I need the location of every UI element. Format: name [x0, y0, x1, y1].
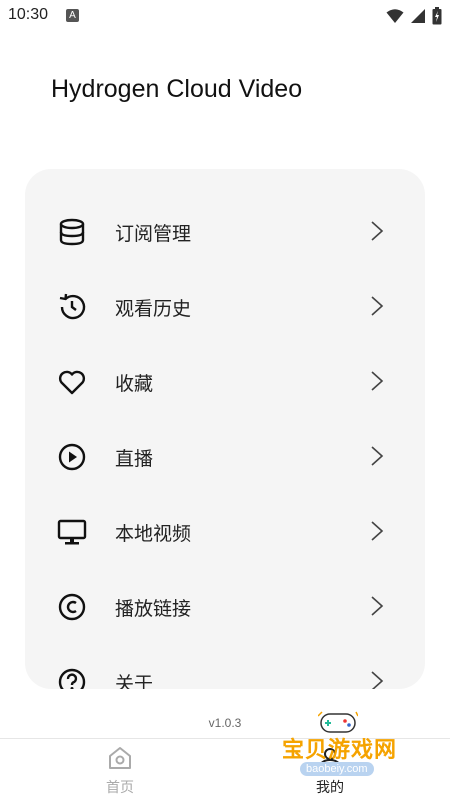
heart-icon: [57, 367, 87, 397]
home-icon: [107, 747, 133, 775]
chevron-right-icon: [369, 520, 385, 542]
status-time: 10:30: [8, 6, 49, 23]
status-icons: [386, 7, 442, 29]
chevron-right-icon: [369, 670, 385, 689]
app-title: Hydrogen Cloud Video: [51, 75, 303, 103]
history-icon: [57, 292, 87, 322]
play-circle-icon: [57, 442, 87, 472]
menu-item-label: 订阅管理: [115, 223, 192, 245]
menu-item-label: 播放链接: [115, 598, 192, 620]
nav-tab-home-label: 首页: [106, 780, 134, 796]
battery-icon: [432, 7, 442, 29]
notification-badge: A: [66, 9, 79, 22]
menu-item-subscription[interactable]: 订阅管理: [25, 193, 425, 268]
signal-icon: [410, 8, 426, 28]
menu-item-watch-history[interactable]: 观看历史: [25, 268, 425, 343]
help-icon: [57, 667, 87, 689]
chevron-right-icon: [369, 595, 385, 617]
wifi-icon: [386, 8, 404, 28]
menu-item-label: 本地视频: [115, 523, 192, 545]
database-icon: [57, 217, 87, 247]
chevron-right-icon: [369, 445, 385, 467]
menu-item-play-link[interactable]: 播放链接: [25, 568, 425, 643]
menu-item-label: 关于: [115, 673, 154, 689]
menu-item-label: 收藏: [115, 373, 154, 395]
monitor-icon: [57, 517, 87, 547]
menu-card: 订阅管理 观看历史 收藏 直播 本地视频 播放链接 关于: [25, 169, 425, 689]
status-bar: 10:30 A: [0, 0, 450, 34]
watermark-text: 宝贝游戏网: [282, 738, 398, 763]
menu-item-label: 观看历史: [115, 298, 192, 320]
menu-item-live[interactable]: 直播: [25, 418, 425, 493]
menu-item-about[interactable]: 关于: [25, 643, 425, 689]
menu-item-favorites[interactable]: 收藏: [25, 343, 425, 418]
menu-item-label: 直播: [115, 448, 154, 470]
watermark: 宝贝游戏网 baobeiy.com: [272, 710, 422, 790]
chevron-right-icon: [369, 220, 385, 242]
menu-item-local-video[interactable]: 本地视频: [25, 493, 425, 568]
nav-tab-home[interactable]: 首页: [90, 745, 150, 801]
chevron-right-icon: [369, 295, 385, 317]
watermark-url: baobeiy.com: [300, 762, 374, 776]
chevron-right-icon: [369, 370, 385, 392]
copyright-icon: [57, 592, 87, 622]
